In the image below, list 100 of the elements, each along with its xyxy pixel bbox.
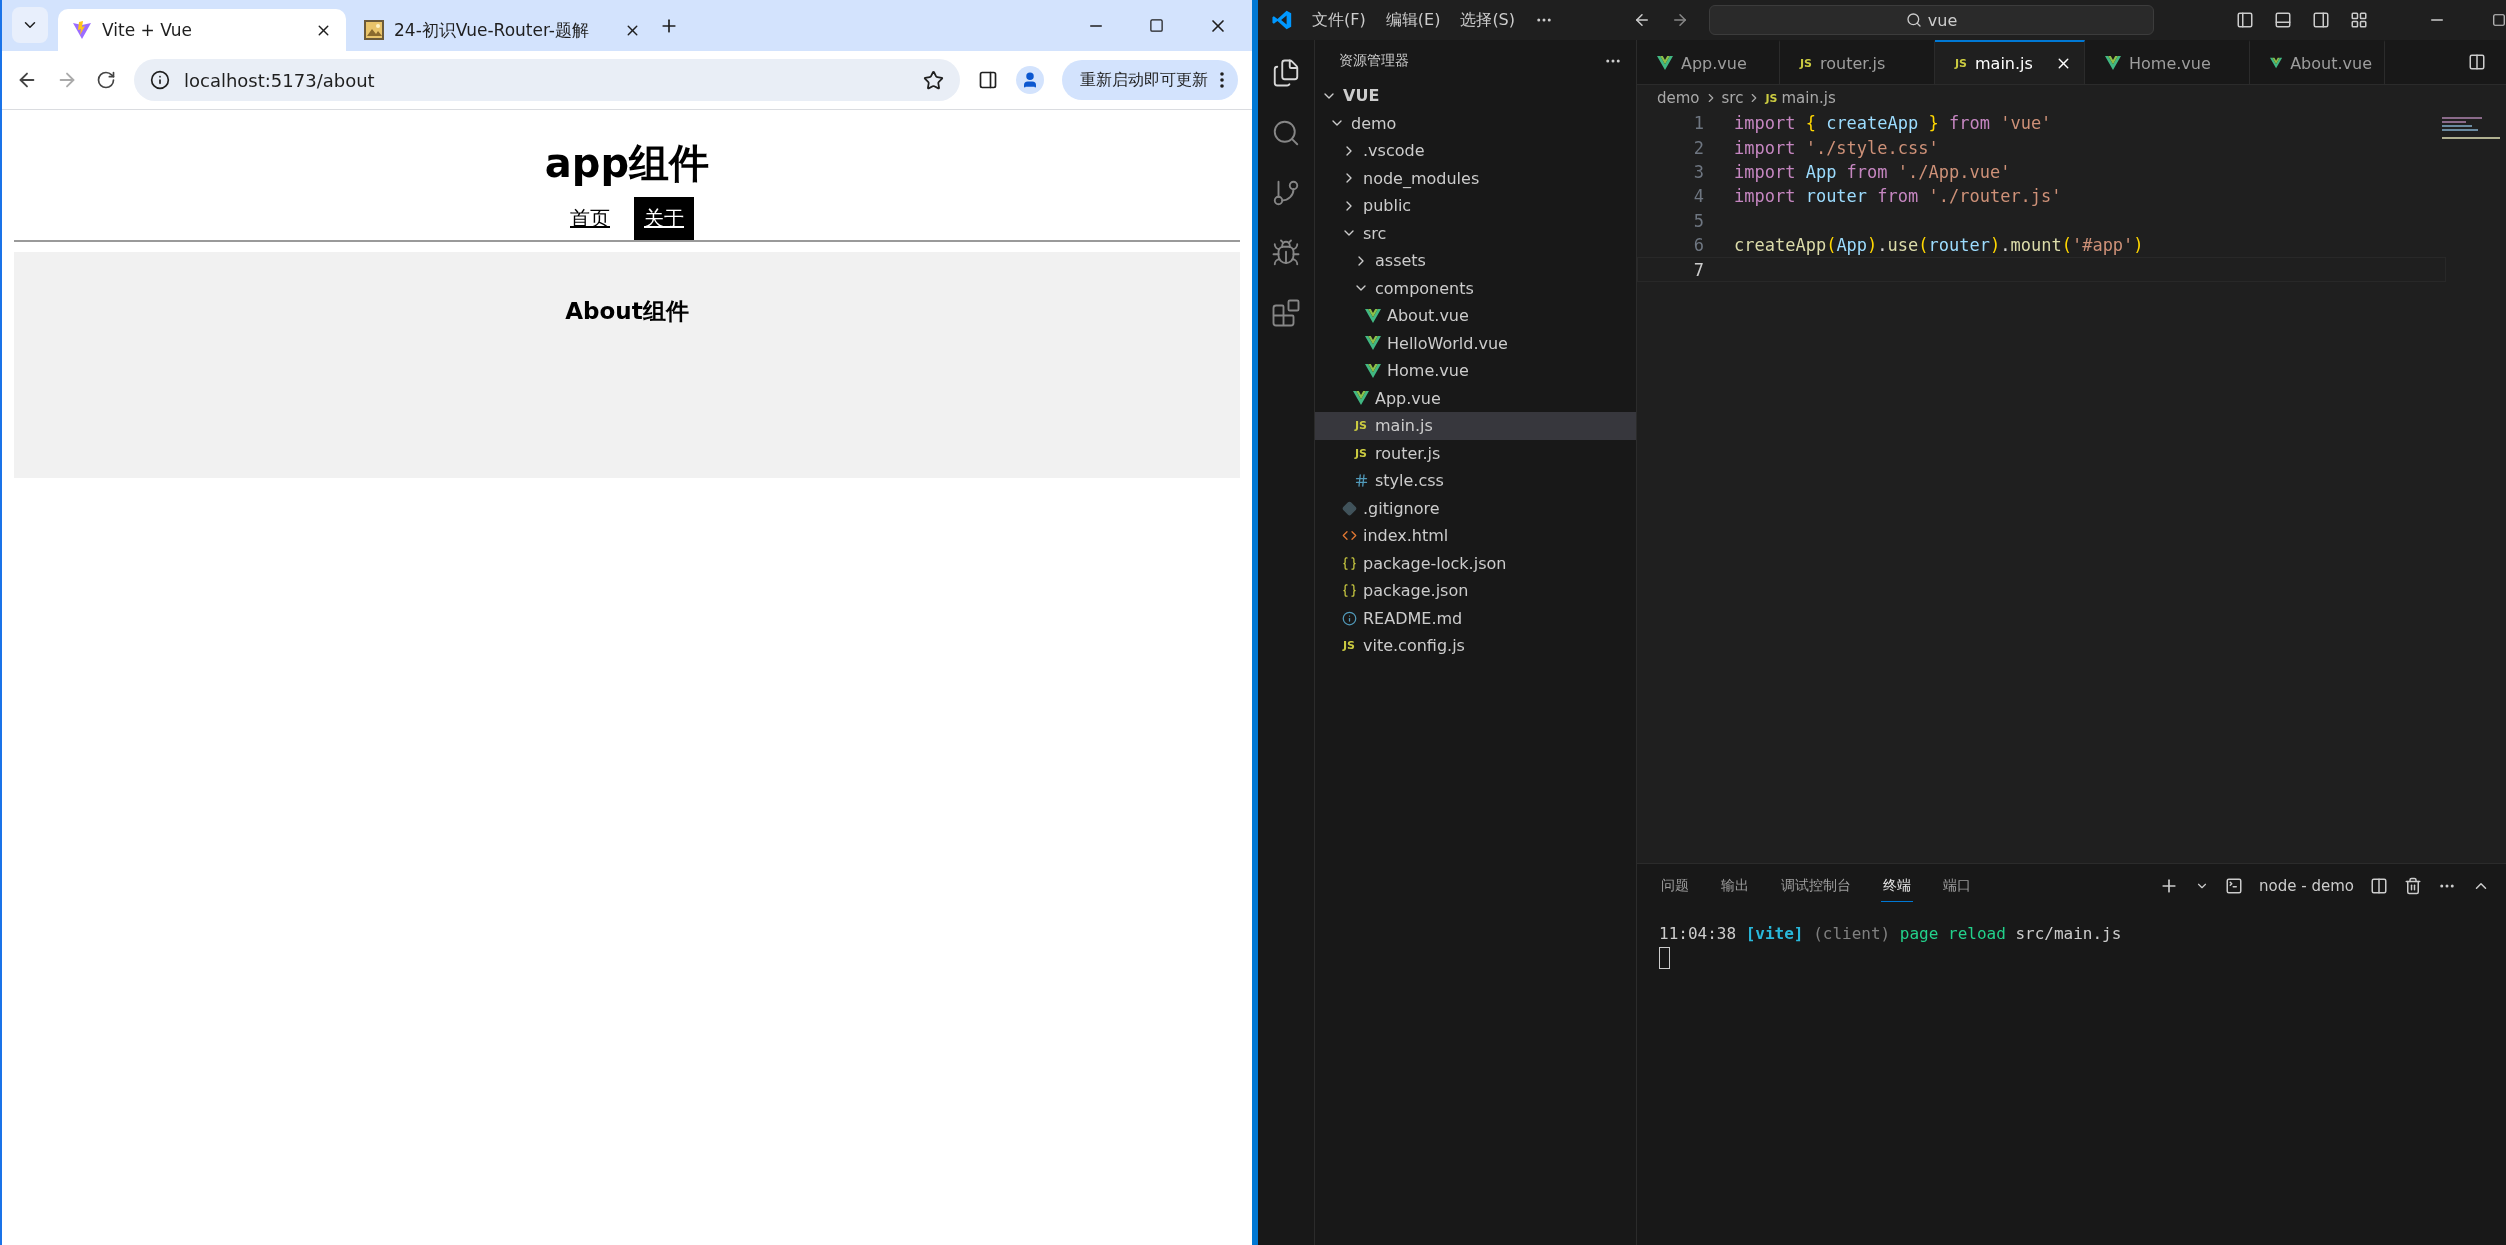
address-bar[interactable]: localhost:5173/about (134, 59, 960, 101)
braces-icon (1341, 555, 1357, 571)
js-file-icon: JS (1343, 639, 1355, 653)
panel-tab[interactable]: 问题 (1659, 870, 1691, 902)
tab-label: main.js (1975, 53, 2034, 73)
braces-icon (1341, 583, 1357, 599)
tab-title: 24-初识Vue-Router-题解 (394, 18, 590, 42)
search-icon (1905, 12, 1922, 28)
file-row[interactable]: Home.vue (1315, 357, 1636, 385)
vue-icon (2105, 56, 2121, 70)
panel-left-icon[interactable] (2236, 11, 2254, 29)
nav-link[interactable]: 首页 (560, 197, 620, 240)
folder-row[interactable]: components (1315, 274, 1636, 302)
panel-bottom-icon[interactable] (2274, 11, 2292, 29)
file-row[interactable]: JS main.js (1315, 412, 1636, 440)
layout-icon[interactable] (2350, 11, 2368, 29)
profile-icon[interactable] (1016, 66, 1044, 94)
browser-tab[interactable]: Vite + Vue (58, 9, 346, 51)
file-row[interactable]: HelloWorld.vue (1315, 329, 1636, 357)
folder-row[interactable]: src (1315, 219, 1636, 247)
info-icon[interactable] (150, 70, 170, 90)
tab-label: About.vue (2290, 53, 2372, 73)
line-number: 3 (1692, 161, 1704, 182)
line-number: 7 (1692, 259, 1704, 280)
menu-item[interactable]: 编辑(E) (1385, 9, 1441, 31)
panel-tab[interactable]: 端口 (1941, 870, 1973, 902)
extensions-icon[interactable] (1271, 298, 1301, 328)
vue-icon (1657, 56, 1673, 70)
line-number: 2 (1692, 137, 1704, 158)
menu-item[interactable]: 选择(S) (1460, 9, 1515, 31)
maximize-icon[interactable] (1149, 18, 1164, 33)
vue-icon (1365, 336, 1381, 351)
panel-right-icon[interactable] (2312, 11, 2330, 29)
folder-row[interactable]: .vscode (1315, 137, 1636, 165)
workspace-header[interactable]: VUE (1315, 82, 1636, 110)
run-debug-icon[interactable] (1271, 238, 1301, 268)
menu-item[interactable]: 文件(F) (1312, 9, 1366, 31)
terminal-name[interactable]: node - demo (2259, 877, 2354, 895)
line-number: 6 (1692, 235, 1704, 256)
folder-row[interactable]: public (1315, 192, 1636, 220)
tab-label: router.js (1820, 53, 1887, 73)
source-control-icon[interactable] (1271, 178, 1301, 208)
file-row[interactable]: JS router.js (1315, 439, 1636, 467)
panel-tab[interactable]: 调试控制台 (1779, 870, 1853, 902)
line-number: 1 (1692, 113, 1704, 134)
file-row[interactable]: index.html (1315, 522, 1636, 550)
command-search-field[interactable]: vue (1709, 5, 2154, 35)
vue-icon (1365, 308, 1381, 323)
explorer-icon[interactable] (1271, 58, 1301, 88)
update-button[interactable]: 重新启动即可更新 (1062, 60, 1238, 100)
file-row[interactable]: JS vite.config.js (1315, 632, 1636, 660)
code-line: createApp(App).use(router).mount('#app') (1734, 235, 2144, 256)
js-file-icon: JS (1355, 446, 1367, 460)
terminal-line: 11:04:38 [vite] (client) page reload src/main.js (1659, 924, 2123, 943)
breadcrumb-item[interactable]: demo (1657, 89, 1700, 107)
nav-link[interactable]: 关于 (634, 197, 694, 240)
file-row[interactable]: App.vue (1315, 384, 1636, 412)
forward-icon[interactable] (1671, 11, 1689, 29)
reload-icon[interactable] (96, 70, 116, 90)
breadcrumb-item[interactable]: main.js (1781, 89, 1836, 107)
file-row[interactable]: package.json (1315, 577, 1636, 605)
file-row[interactable]: package-lock.json (1315, 549, 1636, 577)
js-file-icon: JS (1955, 56, 1967, 70)
back-icon[interactable] (1633, 11, 1651, 29)
file-row[interactable]: .gitignore (1315, 494, 1636, 522)
file-row[interactable]: README.md (1315, 604, 1636, 632)
vue-icon (1353, 391, 1369, 406)
panel-tab[interactable]: 终端 (1881, 870, 1913, 902)
tab-label: App.vue (1681, 53, 1748, 73)
tab-title: Vite + Vue (102, 20, 193, 40)
panel-tab[interactable]: 输出 (1719, 870, 1751, 902)
file-row[interactable]: style.css (1315, 467, 1636, 495)
code-line: import App from './App.vue' (1734, 161, 2011, 182)
terminal-icon (2225, 877, 2244, 895)
folder-row[interactable]: node_modules (1315, 164, 1636, 192)
trash-icon[interactable] (2404, 877, 2422, 895)
code-line: import { createApp } from 'vue' (1734, 113, 2052, 134)
star-icon[interactable] (923, 69, 944, 91)
vscode-logo-icon (1272, 9, 1293, 31)
tab-label: Home.vue (2129, 53, 2212, 73)
line-number: 4 (1692, 186, 1704, 207)
vue-icon (2270, 56, 2283, 70)
js-file-icon: JS (1765, 91, 1778, 105)
code-line: import './style.css' (1734, 137, 1939, 158)
code-line: import router from './router.js' (1734, 186, 2062, 207)
view-heading: About组件 (565, 297, 689, 326)
more-icon (1220, 72, 1224, 88)
breadcrumb-item[interactable]: src (1721, 89, 1744, 107)
browser-tab[interactable]: 24-初识Vue-Router-题解 (350, 9, 655, 51)
sidebar-title: 资源管理器 (1339, 52, 1409, 70)
folder-row[interactable]: assets (1315, 247, 1636, 275)
side-panel-icon[interactable] (978, 70, 998, 90)
vue-icon (1365, 363, 1381, 378)
diamond-icon (1341, 500, 1357, 516)
folder-row[interactable]: demo (1315, 109, 1636, 137)
editor-tab[interactable]: JS main.js (1935, 40, 2085, 84)
search-icon[interactable] (1271, 118, 1301, 148)
file-row[interactable]: About.vue (1315, 302, 1636, 330)
split-terminal-icon[interactable] (2370, 877, 2388, 895)
js-file-icon: JS (1800, 56, 1812, 70)
